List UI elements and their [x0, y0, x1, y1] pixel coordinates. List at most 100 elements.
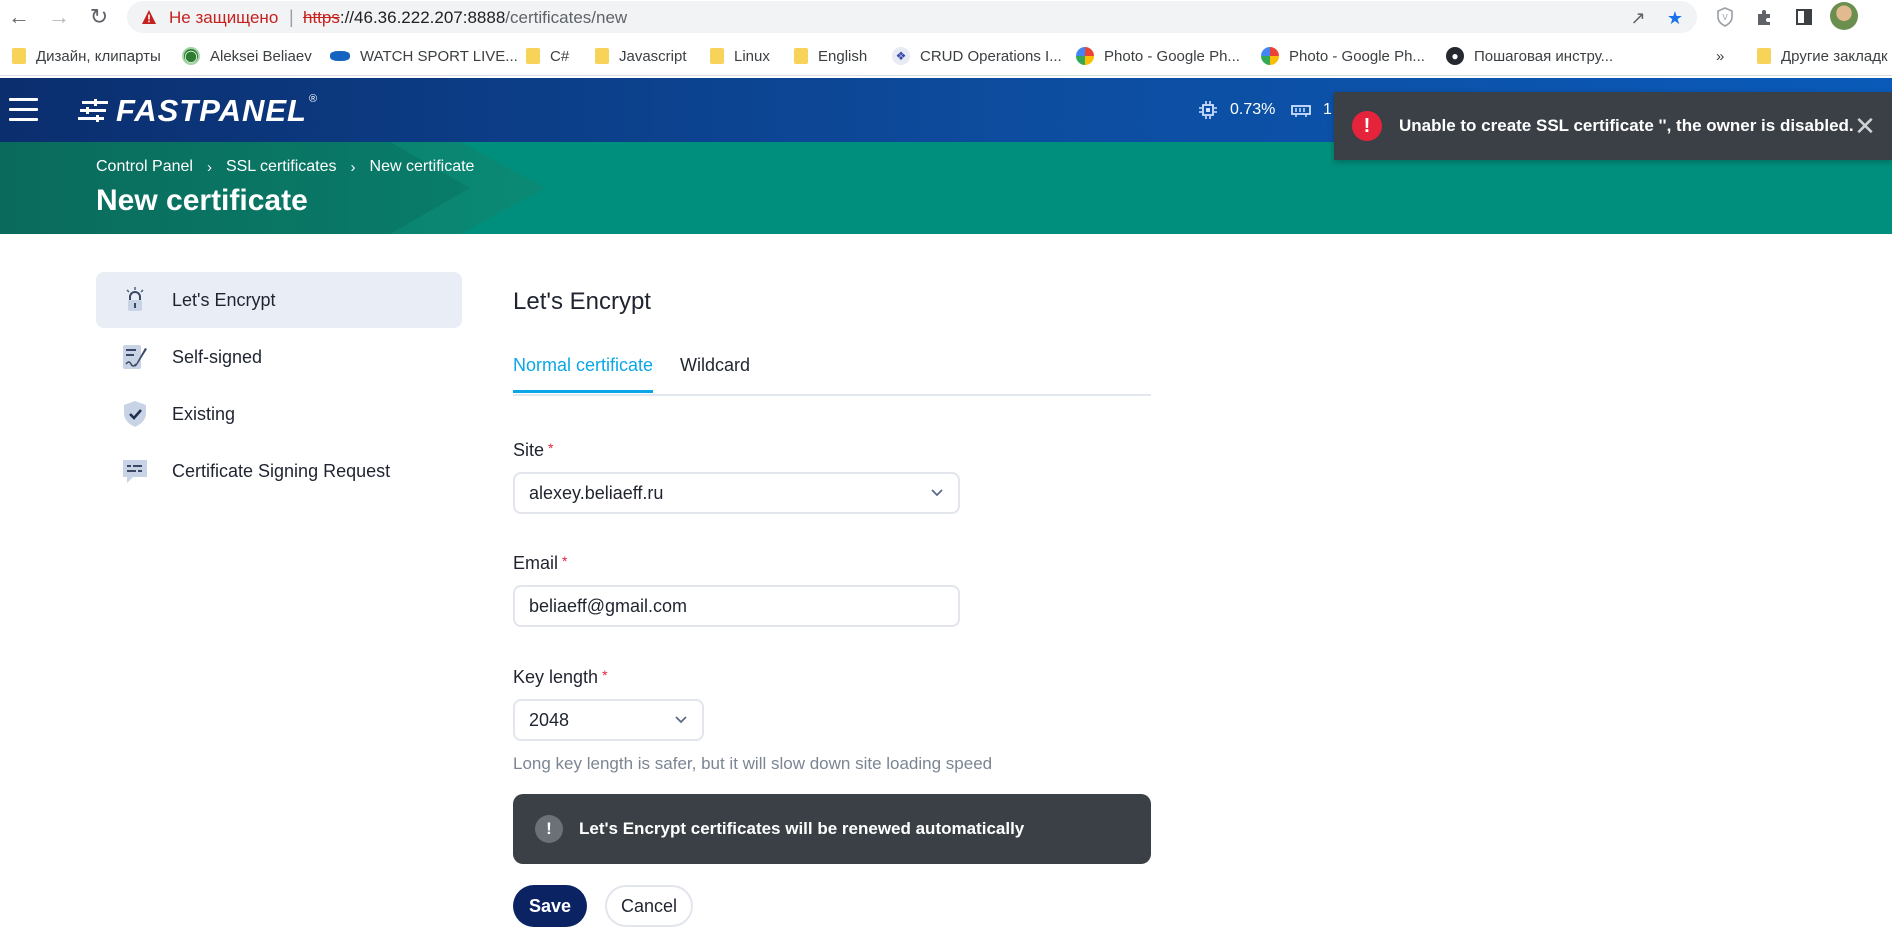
- site-label: Site *: [513, 440, 553, 461]
- bookmark-item[interactable]: WATCH SPORT LIVE...: [330, 45, 518, 67]
- bookmark-label: Пошаговая инстру...: [1474, 47, 1614, 65]
- bookmarks-overflow-button[interactable]: »: [1716, 45, 1724, 67]
- side-panel-icon[interactable]: [1791, 4, 1817, 30]
- breadcrumb-control-panel[interactable]: Control Panel: [96, 158, 193, 176]
- info-exclamation-icon: !: [535, 815, 563, 843]
- security-label: Не защищено: [169, 8, 279, 27]
- cancel-button[interactable]: Cancel: [605, 885, 693, 927]
- bookmark-item[interactable]: Javascript: [595, 45, 687, 67]
- folder-icon: [12, 48, 26, 64]
- bookmark-label: CRUD Operations I...: [920, 47, 1062, 65]
- url-text: https://46.36.222.207:8888/certificates/…: [303, 8, 627, 28]
- bookmark-item[interactable]: ◯ Aleksei Beliaev: [182, 45, 312, 67]
- folder-icon: [710, 48, 724, 64]
- folder-icon: [595, 48, 609, 64]
- site-label-text: Site: [513, 440, 545, 460]
- shield-extension-icon[interactable]: V: [1712, 4, 1738, 30]
- sidebar-item-existing[interactable]: Existing: [96, 386, 462, 442]
- page-title: New certificate: [96, 184, 308, 217]
- csr-message-icon: [120, 456, 150, 486]
- bookmark-label: Javascript: [619, 47, 687, 65]
- bookmark-item[interactable]: ● Пошаговая инстру...: [1446, 45, 1613, 67]
- breadcrumb-ssl-certificates[interactable]: SSL certificates: [226, 158, 337, 176]
- email-field[interactable]: beliaeff@gmail.com: [513, 585, 960, 627]
- bookmark-item[interactable]: English: [794, 45, 867, 67]
- sidebar-item-label: Let's Encrypt: [172, 289, 276, 310]
- sidebar-item-lets-encrypt[interactable]: Let's Encrypt: [96, 272, 462, 328]
- bookmark-item[interactable]: Linux: [710, 45, 770, 67]
- sidebar-item-self-signed[interactable]: Self-signed: [96, 329, 462, 385]
- bookmark-label: Photo - Google Ph...: [1289, 47, 1425, 65]
- sidebar-item-label: Certificate Signing Request: [172, 460, 391, 481]
- bookmark-item[interactable]: Дизайн, клипарты: [12, 45, 161, 67]
- menu-icon[interactable]: [9, 98, 38, 122]
- bookmark-label: Дизайн, клипарты: [36, 47, 161, 65]
- folder-icon: [1757, 48, 1771, 64]
- breadcrumb-new-certificate: New certificate: [369, 158, 475, 175]
- url-scheme: https: [303, 8, 340, 27]
- bookmarks-bar: Дизайн, клипарты ◯ Aleksei Beliaev WATCH …: [0, 36, 1892, 76]
- email-label-text: Email: [513, 553, 559, 573]
- crud-icon: ❖: [892, 47, 910, 65]
- svg-text:V: V: [1722, 13, 1728, 22]
- bookmark-label: Linux: [734, 47, 770, 65]
- cpu-value: 0.73%: [1230, 101, 1276, 118]
- bookmark-item[interactable]: ❖ CRUD Operations I...: [892, 45, 1062, 67]
- url-path: /certificates/new: [505, 8, 628, 27]
- cpu-usage: 0.73%: [1198, 100, 1275, 120]
- required-mark: *: [562, 553, 568, 569]
- green-circle-icon: ◯: [182, 47, 200, 65]
- folder-icon: [526, 48, 540, 64]
- toast-message: Unable to create SSL certificate '', the…: [1399, 116, 1854, 135]
- key-length-label-text: Key length: [513, 667, 599, 687]
- error-toast: ! Unable to create SSL certificate '', t…: [1334, 92, 1892, 160]
- section-title: Let's Encrypt: [513, 288, 651, 315]
- back-arrow-icon[interactable]: ←: [6, 4, 32, 30]
- bookmark-item[interactable]: Photo - Google Ph...: [1076, 45, 1240, 67]
- chevron-right-icon: ›: [350, 158, 356, 176]
- extensions-puzzle-icon[interactable]: [1751, 4, 1777, 30]
- bookmark-star-icon[interactable]: ★: [1663, 6, 1687, 30]
- required-mark: *: [548, 440, 554, 456]
- fastpanel-logo[interactable]: FASTPANEL ®: [78, 93, 317, 129]
- tab-wildcard[interactable]: Wildcard: [680, 355, 750, 390]
- email-field-value: beliaeff@gmail.com: [529, 595, 688, 616]
- bookmark-label: Aleksei Beliaev: [210, 47, 312, 65]
- overflow-label: »: [1716, 47, 1725, 65]
- logo-mark-icon: [78, 99, 108, 122]
- signed-document-icon: [120, 342, 150, 372]
- other-bookmarks[interactable]: Другие закладк: [1757, 45, 1888, 67]
- profile-avatar[interactable]: [1830, 2, 1858, 30]
- bookmark-item[interactable]: C#: [526, 45, 569, 67]
- key-length-select[interactable]: 2048: [513, 699, 704, 741]
- share-icon[interactable]: ↗: [1626, 6, 1650, 30]
- cpu-icon: [1199, 101, 1217, 119]
- reload-icon[interactable]: ↻: [86, 4, 112, 30]
- bookmark-item[interactable]: Photo - Google Ph...: [1261, 45, 1425, 67]
- close-icon[interactable]: ✕: [1852, 113, 1878, 139]
- sidebar-item-csr[interactable]: Certificate Signing Request: [96, 443, 462, 499]
- forward-arrow-icon[interactable]: →: [46, 4, 72, 30]
- tab-normal-certificate[interactable]: Normal certificate: [513, 355, 654, 393]
- site-select-value: alexey.beliaeff.ru: [529, 482, 664, 503]
- save-button[interactable]: Save: [513, 885, 587, 927]
- chevron-down-icon: [675, 716, 687, 724]
- error-icon: !: [1352, 111, 1382, 141]
- key-length-hint: Long key length is safer, but it will sl…: [513, 754, 993, 773]
- address-bar[interactable]: Не защищено | https://46.36.222.207:8888…: [127, 1, 1697, 33]
- site-select[interactable]: alexey.beliaeff.ru: [513, 472, 960, 514]
- breadcrumb: Control Panel › SSL certificates › New c…: [96, 158, 474, 176]
- warning-icon: [142, 10, 156, 24]
- key-length-value: 2048: [529, 709, 570, 730]
- bookmark-label: Photo - Google Ph...: [1104, 47, 1240, 65]
- sport-icon: [330, 51, 350, 61]
- required-mark: *: [602, 667, 608, 683]
- bookmark-label: WATCH SPORT LIVE...: [360, 47, 518, 65]
- chevron-right-icon: ›: [206, 158, 212, 176]
- sidebar-item-label: Self-signed: [172, 346, 263, 367]
- ram-value: 1: [1323, 101, 1332, 118]
- logo-text: FASTPANEL: [116, 93, 307, 128]
- sidebar-item-label: Existing: [172, 403, 236, 424]
- renewal-notice-text: Let's Encrypt certificates will be renew…: [579, 819, 1025, 838]
- email-label: Email *: [513, 553, 567, 574]
